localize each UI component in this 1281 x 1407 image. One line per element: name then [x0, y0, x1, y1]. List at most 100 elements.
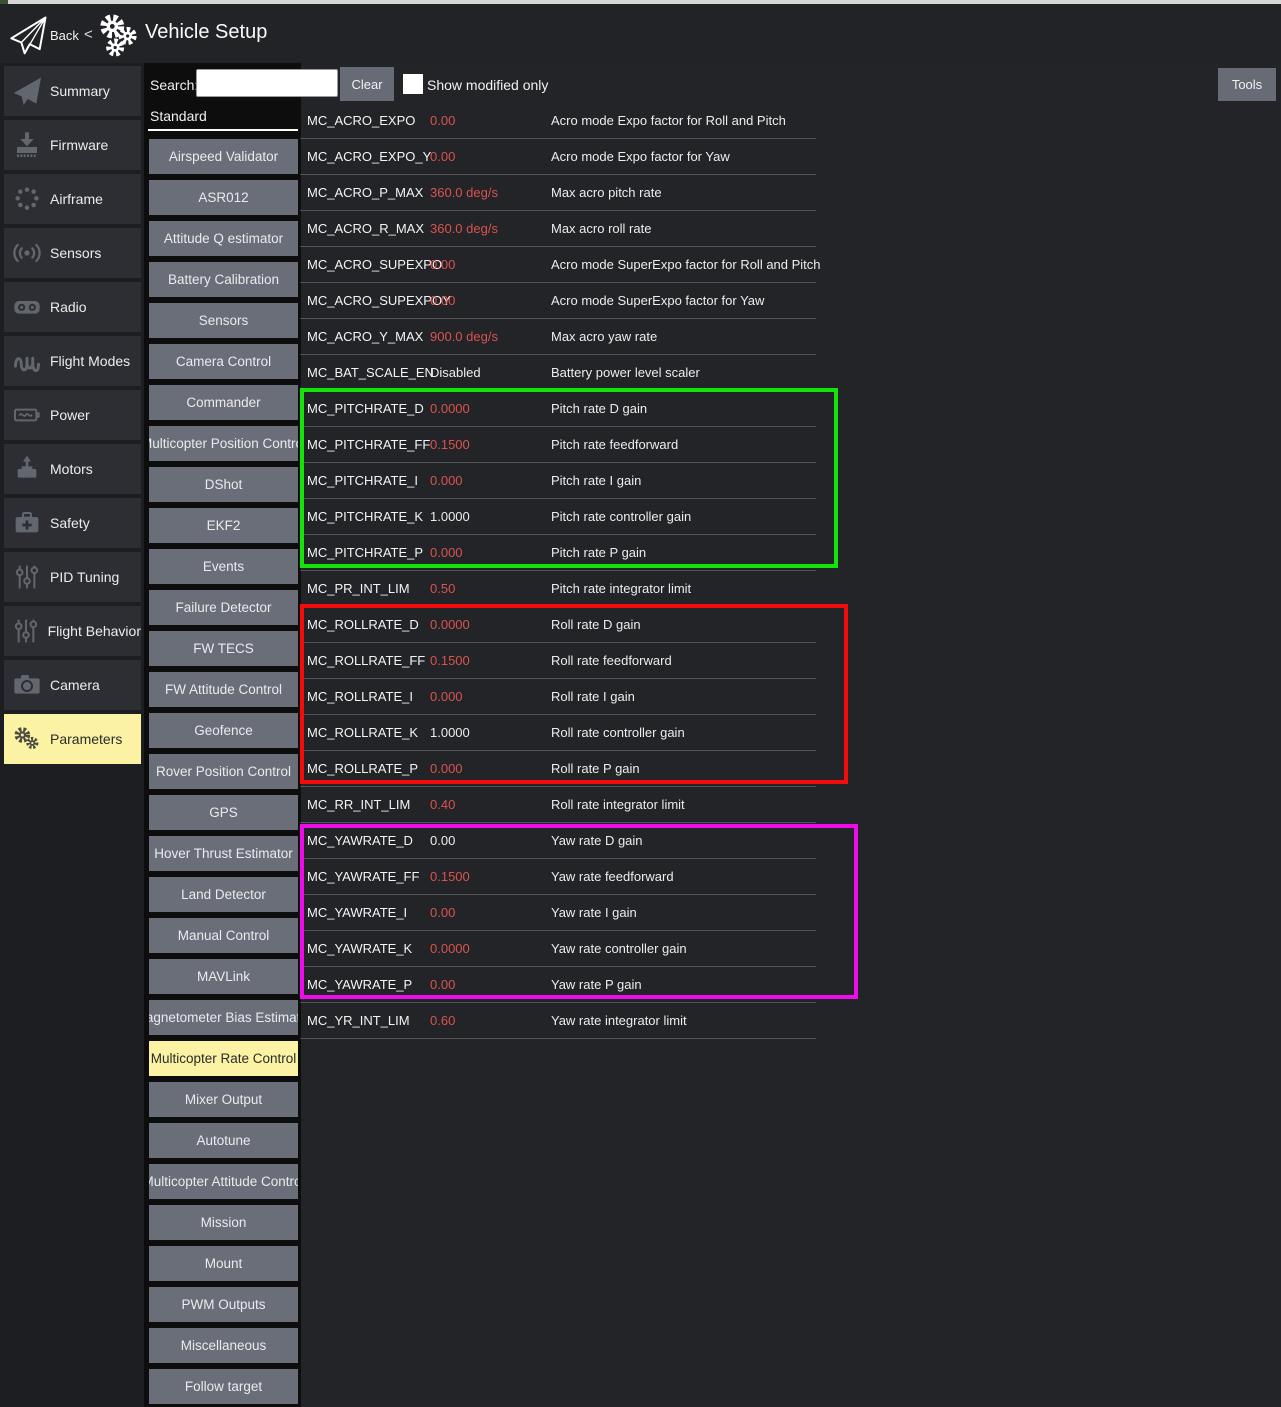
parameter-name: MC_YAWRATE_P [307, 977, 412, 992]
parameter-value: 360.0 deg/s [430, 221, 498, 236]
parameter-row-mc-acro-r-max[interactable]: MC_ACRO_R_MAX360.0 deg/sMax acro roll ra… [300, 211, 816, 247]
qgroundcontrol-logo-icon[interactable] [8, 12, 48, 58]
parameter-row-mc-bat-scale-en[interactable]: MC_BAT_SCALE_ENDisabledBattery power lev… [300, 355, 816, 391]
parameter-value: 0.00 [430, 257, 455, 272]
parameter-row-mc-acro-supexpo[interactable]: MC_ACRO_SUPEXPO0.00Acro mode SuperExpo f… [300, 247, 816, 283]
group-button-mavlink[interactable]: MAVLink [149, 959, 298, 994]
sidebar-item-summary[interactable]: Summary [4, 66, 141, 116]
parameter-row-mc-pitchrate-i[interactable]: MC_PITCHRATE_I0.000Pitch rate I gain [300, 463, 816, 499]
parameter-name: MC_PR_INT_LIM [307, 581, 410, 596]
clear-button[interactable]: Clear [340, 67, 394, 101]
group-button-label: FW TECS [193, 641, 254, 656]
parameter-value: 1.0000 [430, 509, 470, 524]
group-button-magnetometer-bias-estimator[interactable]: Magnetometer Bias Estimator [149, 1000, 298, 1035]
group-button-manual-control[interactable]: Manual Control [149, 918, 298, 953]
parameter-name: MC_ROLLRATE_K [307, 725, 418, 740]
sidebar-item-firmware[interactable]: Firmware [4, 120, 141, 170]
sidebar-item-radio[interactable]: Radio [4, 282, 141, 332]
parameter-row-mc-rollrate-k[interactable]: MC_ROLLRATE_K1.0000Roll rate controller … [300, 715, 816, 751]
parameter-row-mc-acro-supexpoy[interactable]: MC_ACRO_SUPEXPOY0.00Acro mode SuperExpo … [300, 283, 816, 319]
group-button-multicopter-rate-control[interactable]: Multicopter Rate Control [149, 1041, 298, 1076]
search-input[interactable] [196, 69, 338, 97]
group-button-label: Autotune [196, 1133, 250, 1148]
parameter-row-mc-yawrate-p[interactable]: MC_YAWRATE_P0.00Yaw rate P gain [300, 967, 816, 1003]
radio-receiver-icon [4, 291, 50, 323]
parameter-name: MC_ROLLRATE_P [307, 761, 418, 776]
sidebar-item-motors[interactable]: Motors [4, 444, 141, 494]
group-button-sensors[interactable]: Sensors [149, 303, 298, 338]
group-button-miscellaneous[interactable]: Miscellaneous [149, 1328, 298, 1363]
group-button-failure-detector[interactable]: Failure Detector [149, 590, 298, 625]
vehicle-setup-gears-icon [96, 10, 142, 60]
parameter-row-mc-acro-y-max[interactable]: MC_ACRO_Y_MAX900.0 deg/sMax acro yaw rat… [300, 319, 816, 355]
group-button-hover-thrust-estimator[interactable]: Hover Thrust Estimator [149, 836, 298, 871]
parameter-row-mc-rollrate-i[interactable]: MC_ROLLRATE_I0.000Roll rate I gain [300, 679, 816, 715]
parameter-row-mc-rollrate-p[interactable]: MC_ROLLRATE_P0.000Roll rate P gain [300, 751, 816, 787]
group-button-follow-target[interactable]: Follow target [149, 1369, 298, 1404]
parameter-row-mc-acro-expo[interactable]: MC_ACRO_EXPO0.00Acro mode Expo factor fo… [300, 103, 816, 139]
parameter-row-mc-acro-p-max[interactable]: MC_ACRO_P_MAX360.0 deg/sMax acro pitch r… [300, 175, 816, 211]
parameter-row-mc-pitchrate-p[interactable]: MC_PITCHRATE_P0.000Pitch rate P gain [300, 535, 816, 571]
group-button-events[interactable]: Events [149, 549, 298, 584]
parameter-row-mc-rollrate-d[interactable]: MC_ROLLRATE_D0.0000Roll rate D gain [300, 607, 816, 643]
group-button-pwm-outputs[interactable]: PWM Outputs [149, 1287, 298, 1322]
group-button-multicopter-position-control[interactable]: Multicopter Position Control [149, 426, 298, 461]
group-button-label: MAVLink [197, 969, 250, 984]
group-button-label: Follow target [185, 1379, 262, 1394]
parameter-row-mc-pr-int-lim[interactable]: MC_PR_INT_LIM0.50Pitch rate integrator l… [300, 571, 816, 607]
group-button-airspeed-validator[interactable]: Airspeed Validator [149, 139, 298, 174]
parameter-row-mc-pitchrate-d[interactable]: MC_PITCHRATE_D0.0000Pitch rate D gain [300, 391, 816, 427]
parameter-row-mc-yawrate-d[interactable]: MC_YAWRATE_D0.00Yaw rate D gain [300, 823, 816, 859]
group-button-fw-tecs[interactable]: FW TECS [149, 631, 298, 666]
sidebar-item-power[interactable]: Power [4, 390, 141, 440]
parameter-row-mc-rr-int-lim[interactable]: MC_RR_INT_LIM0.40Roll rate integrator li… [300, 787, 816, 823]
sidebar-item-camera[interactable]: Camera [4, 660, 141, 710]
show-modified-checkbox[interactable] [403, 74, 423, 94]
parameter-row-mc-pitchrate-k[interactable]: MC_PITCHRATE_K1.0000Pitch rate controlle… [300, 499, 816, 535]
parameter-row-mc-acro-expo-y[interactable]: MC_ACRO_EXPO_Y0.00Acro mode Expo factor … [300, 139, 816, 175]
parameter-name: MC_RR_INT_LIM [307, 797, 410, 812]
sidebar-item-pid-tuning[interactable]: PID Tuning [4, 552, 141, 602]
parameter-name: MC_PITCHRATE_P [307, 545, 423, 560]
group-button-battery-calibration[interactable]: Battery Calibration [149, 262, 298, 297]
parameter-row-mc-rollrate-ff[interactable]: MC_ROLLRATE_FF0.1500Roll rate feedforwar… [300, 643, 816, 679]
group-button-multicopter-attitude-control[interactable]: Multicopter Attitude Control [149, 1164, 298, 1199]
group-button-gps[interactable]: GPS [149, 795, 298, 830]
sidebar-item-label: Motors [50, 461, 93, 477]
parameter-row-mc-yr-int-lim[interactable]: MC_YR_INT_LIM0.60Yaw rate integrator lim… [300, 1003, 816, 1039]
group-button-mount[interactable]: Mount [149, 1246, 298, 1281]
sidebar-item-parameters[interactable]: Parameters [4, 714, 141, 764]
group-button-autotune[interactable]: Autotune [149, 1123, 298, 1158]
group-button-asr012[interactable]: ASR012 [149, 180, 298, 215]
parameter-description: Roll rate I gain [551, 689, 635, 704]
parameter-row-mc-pitchrate-ff[interactable]: MC_PITCHRATE_FF0.1500Pitch rate feedforw… [300, 427, 816, 463]
sensors-signal-icon [4, 237, 50, 269]
sidebar-item-safety[interactable]: Safety [4, 498, 141, 548]
parameter-row-mc-yawrate-k[interactable]: MC_YAWRATE_K0.0000Yaw rate controller ga… [300, 931, 816, 967]
parameter-value: Disabled [430, 365, 481, 380]
group-button-rover-position-control[interactable]: Rover Position Control [149, 754, 298, 789]
sidebar-item-flight-modes[interactable]: Flight Modes [4, 336, 141, 386]
group-button-attitude-q-estimator[interactable]: Attitude Q estimator [149, 221, 298, 256]
parameter-row-mc-yawrate-ff[interactable]: MC_YAWRATE_FF0.1500Yaw rate feedforward [300, 859, 816, 895]
sidebar-item-sensors[interactable]: Sensors [4, 228, 141, 278]
sidebar-item-label: Power [50, 407, 90, 423]
page-title: Vehicle Setup [145, 21, 267, 44]
back-button[interactable]: Back [50, 28, 79, 43]
group-button-commander[interactable]: Commander [149, 385, 298, 420]
group-button-mission[interactable]: Mission [149, 1205, 298, 1240]
group-button-fw-attitude-control[interactable]: FW Attitude Control [149, 672, 298, 707]
group-button-land-detector[interactable]: Land Detector [149, 877, 298, 912]
group-button-mixer-output[interactable]: Mixer Output [149, 1082, 298, 1117]
parameter-row-mc-yawrate-i[interactable]: MC_YAWRATE_I0.00Yaw rate I gain [300, 895, 816, 931]
sidebar-item-airframe[interactable]: Airframe [4, 174, 141, 224]
group-button-ekf2[interactable]: EKF2 [149, 508, 298, 543]
group-button-dshot[interactable]: DShot [149, 467, 298, 502]
tools-button[interactable]: Tools [1218, 68, 1276, 101]
show-modified-label: Show modified only [427, 77, 548, 93]
parameter-name: MC_ACRO_SUPEXPO [307, 257, 442, 272]
sidebar-item-flight-behavior[interactable]: Flight Behavior [4, 606, 141, 656]
group-button-camera-control[interactable]: Camera Control [149, 344, 298, 379]
parameter-name: MC_YR_INT_LIM [307, 1013, 410, 1028]
group-button-geofence[interactable]: Geofence [149, 713, 298, 748]
